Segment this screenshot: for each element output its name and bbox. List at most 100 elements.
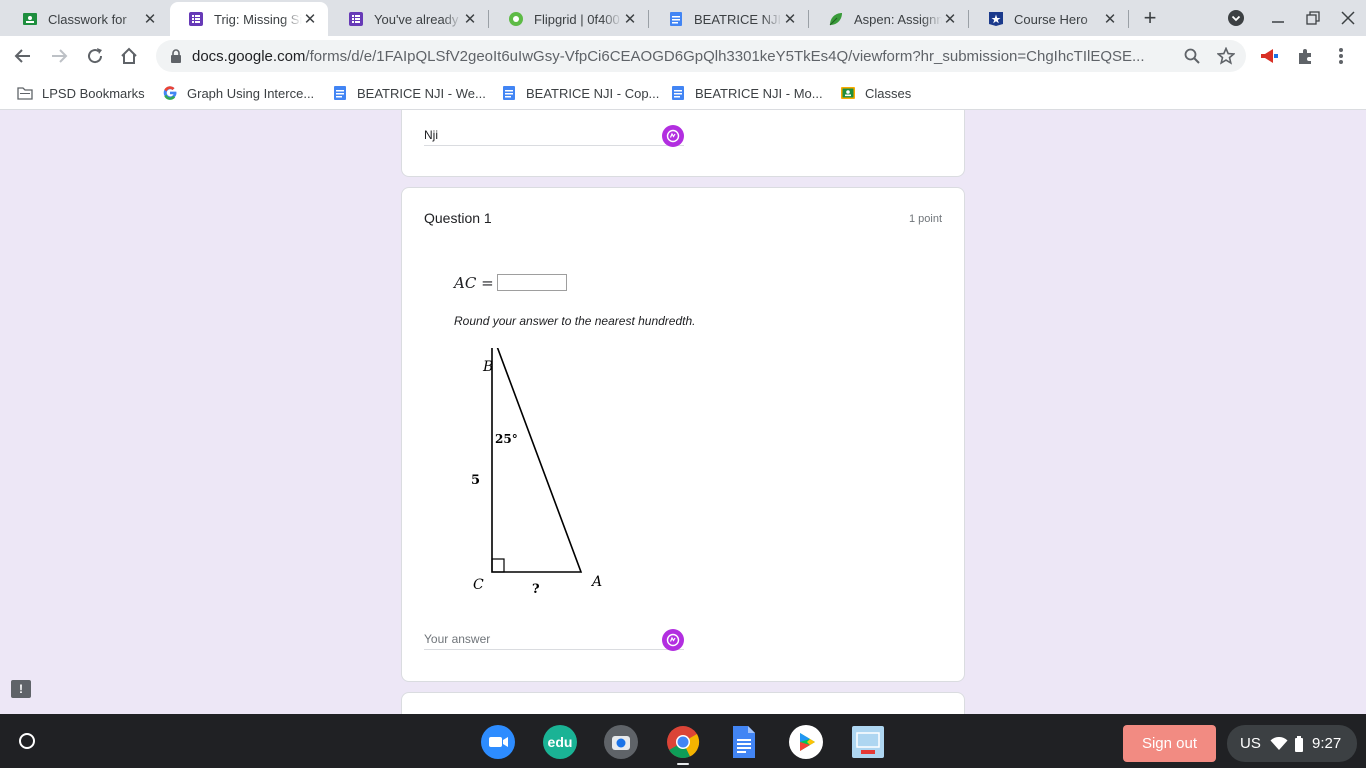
feedback-icon[interactable]: ! [11, 680, 31, 698]
extensions-puzzle-icon[interactable] [1293, 44, 1317, 68]
close-icon[interactable]: ✕ [622, 11, 638, 28]
question-points: 1 point [908, 213, 942, 225]
tab-separator [488, 10, 489, 28]
google-forms-icon [188, 11, 204, 27]
restore-icon[interactable] [1301, 6, 1325, 30]
bookmark-beatrice-mo[interactable]: BEATRICE NJI - Mo... [670, 83, 823, 103]
tab-beatrice-doc[interactable]: BEATRICE NJI - ✕ [650, 2, 808, 36]
right-triangle-figure: B C A 25° 5 ? [442, 332, 622, 603]
side-ca-unknown: ? [532, 582, 540, 597]
folder-icon [17, 85, 33, 101]
google-docs-icon [668, 11, 684, 27]
tab-trig-missing-sides[interactable]: Trig: Missing Si ✕ [170, 2, 328, 36]
grammarly-icon[interactable] [662, 629, 684, 651]
tab-strip: Classwork for ✕ Trig: Missing Si ✕ You'v… [0, 0, 1366, 36]
close-icon[interactable]: ✕ [782, 11, 798, 28]
close-icon[interactable]: ✕ [1102, 11, 1118, 28]
address-bar[interactable]: docs.google.com/forms/d/e/1FAIpQLSfV2geo… [156, 40, 1246, 72]
url-text: docs.google.com/forms/d/e/1FAIpQLSfV2geo… [192, 48, 1172, 65]
tab-already-responded[interactable]: You've already r ✕ [330, 2, 488, 36]
side-bc-length: 5 [471, 473, 480, 488]
last-name-answer-field[interactable]: Nji [424, 124, 684, 146]
tab-title: Course Hero [1014, 11, 1088, 27]
next-question-card [401, 692, 965, 714]
angle-25-label: 25° [495, 432, 518, 446]
zoom-icon[interactable] [480, 724, 516, 760]
bookmark-label: BEATRICE NJI - Mo... [695, 85, 823, 101]
tab-course-hero[interactable]: Course Hero ✕ [970, 2, 1128, 36]
tab-title: BEATRICE NJI - [694, 11, 782, 27]
kebab-menu-icon[interactable] [1329, 44, 1353, 68]
tab-title: Classwork for [48, 11, 127, 27]
tab-classwork[interactable]: Classwork for ✕ [4, 2, 168, 36]
aspen-icon [828, 11, 844, 27]
close-window-icon[interactable] [1336, 6, 1360, 30]
close-icon[interactable]: ✕ [942, 11, 958, 28]
bookmark-label: Classes [865, 85, 912, 101]
form-page: Nji Question 1 1 point AC = Round your a… [0, 110, 1366, 714]
zoom-magnifier-icon[interactable] [1180, 44, 1204, 68]
tab-separator [968, 10, 969, 28]
lock-icon[interactable] [170, 49, 186, 63]
google-classroom-icon [840, 85, 856, 101]
url-host: docs.google.com [192, 47, 306, 65]
camera-icon[interactable] [603, 724, 639, 760]
bookmark-label: BEATRICE NJI - Cop... [526, 85, 660, 101]
screencast-icon[interactable] [850, 724, 886, 760]
rounding-instruction: Round your answer to the nearest hundred… [454, 314, 696, 328]
tab-title: Trig: Missing Si [214, 11, 302, 27]
edulastic-icon[interactable]: edu [542, 724, 578, 760]
battery-icon [1294, 735, 1304, 752]
vertex-c-label: C [473, 577, 484, 593]
google-docs-icon [501, 85, 517, 101]
grammarly-icon[interactable] [662, 125, 684, 147]
minimize-icon[interactable] [1266, 6, 1290, 30]
tab-search-icon[interactable] [1224, 6, 1248, 30]
forward-arrow-icon[interactable] [45, 42, 73, 70]
play-store-icon[interactable] [788, 724, 824, 760]
announcify-extension-icon[interactable] [1258, 44, 1282, 68]
bookmark-label: Graph Using Interce... [187, 85, 315, 101]
new-tab-plus-icon[interactable]: + [1138, 5, 1162, 30]
svg-text:edu: edu [548, 734, 573, 750]
close-icon[interactable]: ✕ [462, 11, 478, 28]
wifi-icon [1270, 736, 1288, 751]
bookmark-classes[interactable]: Classes [840, 83, 911, 103]
ac-equation-label: AC = [454, 274, 494, 292]
sign-out-button[interactable]: Sign out [1123, 725, 1216, 762]
keyboard-layout-label: US [1240, 735, 1261, 752]
bookmarks-bar: LPSD Bookmarks Graph Using Interce... BE… [0, 76, 1366, 110]
launcher-icon[interactable] [13, 727, 41, 755]
close-icon[interactable]: ✕ [142, 11, 158, 28]
triangle-shape [491, 332, 583, 573]
chromeos-shelf: edu Sign out US 9:27 [0, 714, 1366, 768]
bookmark-star-icon[interactable] [1214, 44, 1238, 68]
reload-icon[interactable] [81, 42, 109, 70]
google-forms-icon [348, 11, 364, 27]
tab-title: Flipgrid | 0f400 [534, 11, 620, 27]
chrome-icon[interactable] [665, 724, 701, 760]
tab-separator [1128, 10, 1129, 28]
close-icon[interactable]: ✕ [302, 11, 318, 28]
bookmark-beatrice-cop[interactable]: BEATRICE NJI - Cop... [501, 83, 659, 103]
home-icon[interactable] [115, 42, 143, 70]
right-angle-marker [491, 558, 505, 573]
bookmark-graph-intercepts[interactable]: Graph Using Interce... [162, 83, 314, 103]
tab-flipgrid[interactable]: Flipgrid | 0f400 ✕ [490, 2, 648, 36]
active-app-indicator [677, 763, 689, 765]
flipgrid-icon [508, 11, 524, 27]
bookmark-beatrice-we[interactable]: BEATRICE NJI - We... [332, 83, 486, 103]
google-docs-icon[interactable] [726, 724, 762, 760]
status-tray[interactable]: US 9:27 [1227, 725, 1357, 762]
browser-toolbar: docs.google.com/forms/d/e/1FAIpQLSfV2geo… [0, 36, 1366, 76]
triangle-diagram: B C A 25° 5 ? [471, 332, 602, 597]
bookmark-lpsd[interactable]: LPSD Bookmarks [17, 83, 145, 103]
tab-aspen[interactable]: Aspen: Assignm ✕ [810, 2, 968, 36]
vertex-b-label: B [482, 359, 493, 375]
course-hero-icon [988, 11, 1004, 27]
back-arrow-icon[interactable] [9, 42, 37, 70]
answer-placeholder: Your answer [424, 632, 491, 646]
previous-question-card: Nji [401, 110, 965, 177]
answer-input[interactable]: Your answer [424, 628, 684, 650]
url-path: /forms/d/e/1FAIpQLSfV2geoIt6uIwGsy-VfpCi… [305, 47, 1145, 65]
